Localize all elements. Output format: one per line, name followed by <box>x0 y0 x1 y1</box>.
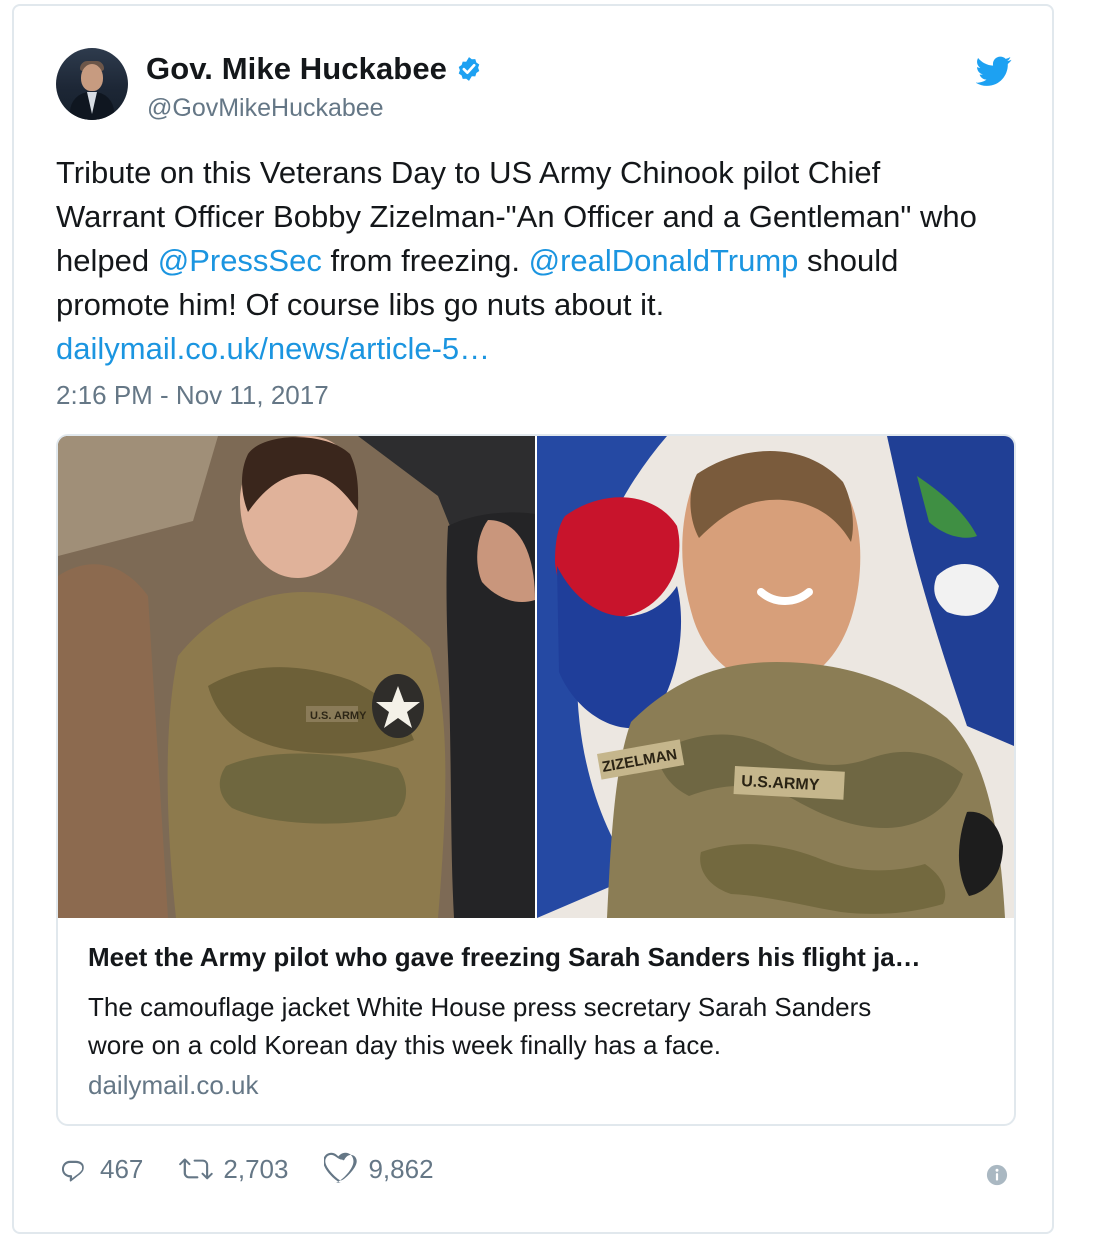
reply-icon <box>61 1160 84 1182</box>
twitter-bird-icon[interactable] <box>976 53 1012 89</box>
author-name-row: Gov. Mike Huckabee <box>146 51 483 87</box>
heart-icon <box>324 1152 358 1183</box>
retweet-action[interactable]: 2,703 <box>179 1152 288 1186</box>
card-description-line: wore on a cold Korean day this week fina… <box>88 1030 722 1060</box>
like-action[interactable]: 9,862 <box>324 1152 434 1186</box>
mention-realdonaldtrump-link[interactable]: @realDonaldTrump <box>529 243 799 278</box>
like-count: 9,862 <box>368 1153 434 1184</box>
retweet-icon <box>179 1158 214 1180</box>
reply-count: 467 <box>100 1153 144 1184</box>
card-description-line: The camouflage jacket White House press … <box>88 992 872 1022</box>
tweet-card: Gov. Mike Huckabee @GovMikeHuckabee Trib… <box>12 4 1054 1234</box>
info-icon[interactable] <box>986 1164 1008 1186</box>
author-display-name[interactable]: Gov. Mike Huckabee <box>146 51 447 87</box>
author-handle[interactable]: @GovMikeHuckabee <box>147 94 384 123</box>
tweet-text-fragment: from freezing. <box>321 243 529 278</box>
card-domain[interactable]: dailymail.co.uk <box>88 1070 259 1101</box>
tweet-text-fragment: should <box>798 243 899 278</box>
card-image-sarah-sanders[interactable]: U.S. ARMY <box>58 436 535 918</box>
link-preview-card[interactable]: U.S. ARMY ZIZELMAN U.S.ARMY Meet the Arm… <box>56 434 1016 1126</box>
retweet-count: 2,703 <box>223 1153 289 1184</box>
card-image-bobby-zizelman[interactable]: ZIZELMAN U.S.ARMY <box>537 436 1014 918</box>
card-image-left-art: U.S. ARMY <box>58 436 535 918</box>
tweet-text-line: Tribute on this Veterans Day to US Army … <box>56 155 881 190</box>
reply-action[interactable]: 467 <box>56 1152 143 1186</box>
left-image-army-patch-text: U.S. ARMY <box>310 710 367 722</box>
avatar[interactable] <box>56 48 128 120</box>
tweet-text-line: Warrant Officer Bobby Zizelman-"An Offic… <box>56 199 977 234</box>
tweet-text-fragment: helped <box>56 243 158 278</box>
card-description: The camouflage jacket White House press … <box>88 988 988 1064</box>
avatar-head <box>81 64 103 91</box>
tweet-text-line: promote him! Of course libs go nuts abou… <box>56 287 665 322</box>
tweet-text: Tribute on this Veterans Day to US Army … <box>56 151 996 371</box>
mention-presssec-link[interactable]: @PressSec <box>158 243 322 278</box>
tweet-actions: 467 2,703 9,862 <box>56 1152 434 1186</box>
tweet-timestamp[interactable]: 2:16 PM - Nov 11, 2017 <box>56 380 329 411</box>
verified-badge-icon <box>458 57 480 81</box>
card-image-right-art: ZIZELMAN U.S.ARMY <box>537 436 1014 918</box>
card-image-row: U.S. ARMY ZIZELMAN U.S.ARMY <box>58 436 1014 918</box>
tweet-text-line: helped @PressSec from freezing. @realDon… <box>56 239 996 283</box>
article-link[interactable]: dailymail.co.uk/news/article-5… <box>56 327 996 371</box>
card-title[interactable]: Meet the Army pilot who gave freezing Sa… <box>88 942 998 973</box>
